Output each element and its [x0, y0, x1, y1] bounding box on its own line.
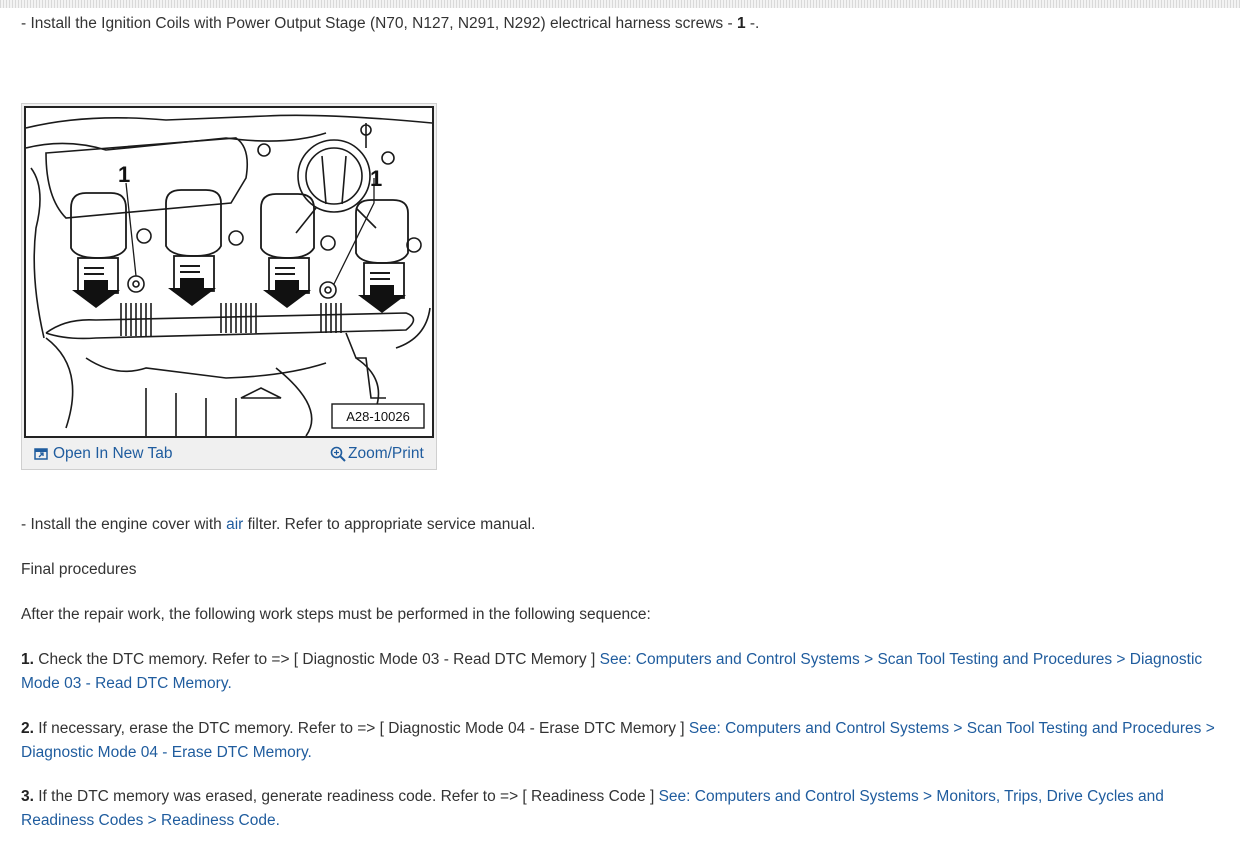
zoom-print-link[interactable]: Zoom/Print — [330, 445, 424, 463]
open-new-tab-label: Open In New Tab — [53, 445, 173, 462]
step-end: -. — [749, 15, 760, 32]
figure-container: 1 1 A28-10026 Open In New Tab Zoom/Print — [21, 103, 437, 470]
top-border — [0, 0, 1240, 8]
step-text: If the DTC memory was erased, generate r… — [38, 788, 655, 805]
figure-toolbar: Open In New Tab Zoom/Print — [22, 438, 436, 469]
step-text: Install the Ignition Coils with Power Ou… — [30, 15, 733, 32]
step-number: 1. — [21, 651, 34, 668]
step-engine-cover: - Install the engine cover with air filt… — [21, 515, 535, 535]
procedure-step-3: 3. If the DTC memory was erased, generat… — [21, 785, 1226, 832]
callout-left: 1 — [118, 162, 130, 187]
magnifier-icon — [330, 446, 346, 462]
intro-text: After the repair work, the following wor… — [21, 606, 651, 623]
engine-diagram[interactable]: 1 1 A28-10026 — [24, 106, 434, 438]
ignition-coil-illustration: 1 1 A28-10026 — [25, 114, 433, 437]
step-number: 2. — [21, 720, 34, 737]
step-text-before: Install the engine cover with — [30, 516, 222, 533]
procedure-step-2: 2. If necessary, erase the DTC memory. R… — [21, 717, 1226, 764]
step-text-after: filter. Refer to appropriate service man… — [247, 516, 536, 533]
step-dash: - — [21, 15, 27, 32]
image-code: A28-10026 — [346, 409, 410, 424]
zoom-print-label: Zoom/Print — [348, 445, 424, 462]
step-install-coils: - Install the Ignition Coils with Power … — [21, 14, 759, 34]
step-number: 3. — [21, 788, 34, 805]
air-filter-link[interactable]: air — [226, 516, 243, 533]
step-text: Check the DTC memory. Refer to => [ Diag… — [38, 651, 596, 668]
final-procedures-heading: Final procedures — [21, 561, 137, 578]
callout-right: 1 — [370, 166, 382, 191]
step-dash: - — [21, 516, 27, 533]
open-new-tab-icon — [34, 448, 48, 460]
step-ref: 1 — [736, 15, 746, 32]
step-text: If necessary, erase the DTC memory. Refe… — [38, 720, 685, 737]
procedure-step-1: 1. Check the DTC memory. Refer to => [ D… — [21, 648, 1226, 695]
open-new-tab-link[interactable]: Open In New Tab — [34, 445, 172, 463]
